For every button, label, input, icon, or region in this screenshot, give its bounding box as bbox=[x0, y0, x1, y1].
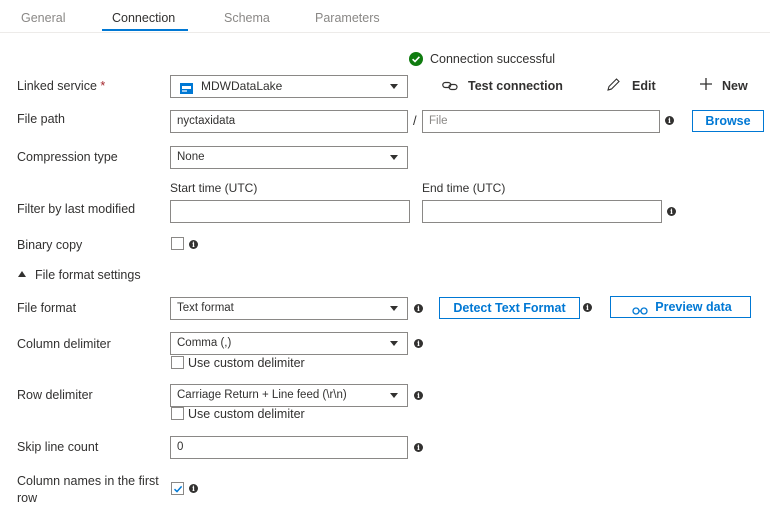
browse-button[interactable]: Browse bbox=[692, 110, 764, 132]
datalake-icon bbox=[180, 81, 193, 94]
row-custom-delimiter-label: Use custom delimiter bbox=[188, 407, 305, 421]
column-delimiter-dropdown[interactable]: Comma (,) bbox=[170, 332, 408, 355]
tab-connection[interactable]: Connection bbox=[112, 11, 175, 25]
linked-service-label: Linked service * bbox=[17, 79, 106, 93]
chevron-down-icon bbox=[390, 306, 398, 311]
linked-service-dropdown[interactable]: MDWDataLake bbox=[170, 75, 408, 98]
path-separator: / bbox=[413, 113, 417, 128]
binary-copy-label: Binary copy bbox=[17, 238, 83, 252]
column-delimiter-value: Comma (,) bbox=[177, 337, 232, 349]
file-name-input[interactable]: File bbox=[422, 110, 660, 133]
test-connection-button[interactable]: Test connection bbox=[468, 79, 563, 93]
skip-line-count-label: Skip line count bbox=[17, 440, 99, 454]
chevron-down-icon bbox=[390, 84, 398, 89]
row-custom-delimiter-checkbox[interactable] bbox=[171, 407, 184, 420]
required-mark: * bbox=[100, 79, 106, 93]
end-time-label: End time (UTC) bbox=[422, 181, 506, 195]
compression-type-dropdown[interactable]: None bbox=[170, 146, 408, 169]
tab-schema[interactable]: Schema bbox=[224, 11, 270, 25]
tab-parameters[interactable]: Parameters bbox=[315, 11, 380, 25]
info-icon: i bbox=[583, 303, 592, 312]
compression-type-value: None bbox=[177, 151, 205, 163]
info-icon: i bbox=[189, 484, 198, 493]
column-names-first-row-checkbox[interactable] bbox=[171, 482, 184, 495]
info-icon: i bbox=[414, 339, 423, 348]
column-custom-delimiter-checkbox[interactable] bbox=[171, 356, 184, 369]
row-delimiter-dropdown[interactable]: Carriage Return + Line feed (\r\n) bbox=[170, 384, 408, 407]
column-names-first-row-label: Column names in the first row bbox=[17, 474, 159, 505]
column-custom-delimiter-label: Use custom delimiter bbox=[188, 356, 305, 370]
preview-data-button[interactable]: Preview data bbox=[610, 296, 751, 318]
start-time-label: Start time (UTC) bbox=[170, 181, 258, 195]
info-icon: i bbox=[414, 304, 423, 313]
preview-data-label: Preview data bbox=[655, 300, 732, 314]
skip-line-count-input[interactable]: 0 bbox=[170, 436, 408, 459]
row-delimiter-value: Carriage Return + Line feed (\r\n) bbox=[177, 389, 347, 401]
tab-general[interactable]: General bbox=[21, 11, 65, 25]
file-format-settings-header[interactable]: File format settings bbox=[35, 268, 141, 282]
chevron-down-icon bbox=[390, 155, 398, 160]
chevron-down-icon bbox=[390, 393, 398, 398]
info-icon: i bbox=[665, 116, 674, 125]
linked-service-value: MDWDataLake bbox=[201, 79, 283, 93]
checkmark-icon bbox=[173, 485, 183, 493]
file-format-value: Text format bbox=[177, 302, 234, 314]
link-icon bbox=[442, 80, 458, 94]
info-icon: i bbox=[189, 240, 198, 249]
new-button[interactable]: New bbox=[722, 79, 748, 93]
filter-last-modified-label: Filter by last modified bbox=[17, 202, 136, 216]
file-format-label: File format bbox=[17, 301, 77, 315]
success-check-icon bbox=[409, 52, 423, 66]
binary-copy-checkbox[interactable] bbox=[171, 237, 184, 250]
compression-type-label: Compression type bbox=[17, 150, 118, 164]
edit-pencil-icon bbox=[606, 77, 621, 95]
info-icon: i bbox=[414, 443, 423, 452]
detect-text-format-button[interactable]: Detect Text Format bbox=[439, 297, 580, 319]
folder-path-input[interactable]: nyctaxidata bbox=[170, 110, 408, 133]
active-tab-indicator bbox=[102, 29, 188, 31]
file-format-dropdown[interactable]: Text format bbox=[170, 297, 408, 320]
row-delimiter-label: Row delimiter bbox=[17, 388, 93, 402]
glasses-icon bbox=[632, 302, 648, 322]
column-delimiter-label: Column delimiter bbox=[17, 337, 111, 351]
file-path-label: File path bbox=[17, 112, 65, 126]
start-time-input[interactable] bbox=[170, 200, 410, 223]
info-icon: i bbox=[414, 391, 423, 400]
connection-status-text: Connection successful bbox=[430, 52, 556, 66]
end-time-input[interactable] bbox=[422, 200, 662, 223]
chevron-down-icon bbox=[390, 341, 398, 346]
tabs-divider bbox=[0, 32, 770, 33]
edit-button[interactable]: Edit bbox=[632, 79, 656, 93]
collapse-triangle-icon[interactable] bbox=[18, 271, 26, 277]
info-icon: i bbox=[667, 207, 676, 216]
plus-icon bbox=[699, 77, 713, 94]
